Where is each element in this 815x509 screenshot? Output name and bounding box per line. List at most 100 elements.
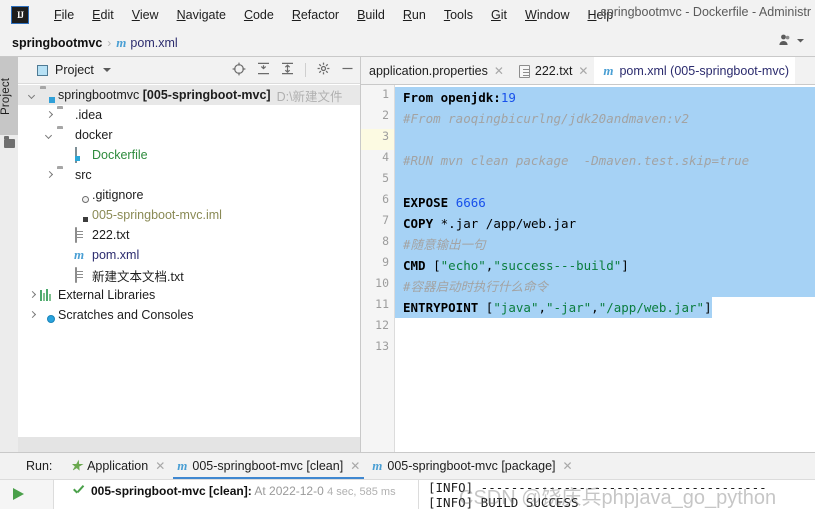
code-line-4[interactable]: #RUN mvn clean package -Dmaven.test.skip… [395,150,815,171]
code-line-8[interactable]: #随意输出一句 [395,234,815,255]
line-number: 4 [382,150,389,164]
chevron-down-icon[interactable] [45,131,54,140]
menu-item-build[interactable]: Build [348,5,394,25]
tree-node-label: pom.xml [92,248,140,262]
code-line-1[interactable]: From openjdk:19 [395,87,815,108]
menu-item-window[interactable]: Window [516,5,578,25]
menu-item-view[interactable]: View [123,5,168,25]
run-play-icon[interactable] [13,488,24,500]
tree-node-idea[interactable]: .idea [18,105,360,125]
code-token: "java" [493,300,539,315]
menu-item-code[interactable]: Code [235,5,283,25]
run-tab-bar: Run: ★ Application ✕ m 005-springboot-mvc [c… [0,453,815,479]
settings-gear-icon[interactable] [317,62,330,78]
code-line-2[interactable]: #From raoqingbicurlng/jdk20andmaven:v2 [395,108,815,129]
breadcrumb-separator-icon: › [107,35,112,50]
editor-tab-application-properties[interactable]: application.properties ✕ [361,57,510,84]
menu-item-git[interactable]: Git [482,5,516,25]
editor-gutter[interactable]: 1 2 3 4 5 6 7 8 9 10 11 12 13 [361,85,395,453]
tree-node-src[interactable]: src [18,165,360,185]
code-token: 19 [500,90,516,105]
tree-node-gitignore[interactable]: .gitignore [18,185,360,205]
run-console[interactable]: [INFO] ---------------------------------… [419,480,815,509]
tree-node-external-libraries[interactable]: External Libraries [18,285,360,305]
chevron-right-icon[interactable] [28,291,37,300]
code-token: "/app/web.jar" [598,300,705,315]
collapse-all-icon[interactable] [281,62,294,78]
code-editor[interactable]: 1 2 3 4 5 6 7 8 9 10 11 12 13 From openjdk:19 #From r… [361,85,815,453]
code-line-12[interactable] [395,318,815,339]
run-tab-005-springboot-mvc-clean[interactable]: m 005-springboot-mvc [clean] ✕ [171,453,366,479]
text-file-icon [518,64,530,78]
code-line-11[interactable]: ENTRYPOINT ["java","-jar","/app/web.jar"… [395,297,815,318]
code-line-13[interactable] [395,339,815,360]
menu-item-tools[interactable]: Tools [435,5,482,25]
user-icon[interactable] [778,33,792,47]
locate-icon[interactable] [232,62,246,79]
code-line-9[interactable]: CMD ["echo","success---build"] [395,255,815,276]
code-line-3[interactable] [395,129,815,150]
code-token: ] [621,258,629,273]
close-icon[interactable]: ✕ [563,459,573,473]
editor-tab-pom-xml[interactable]: m pom.xml (005-springboot-mvc) [594,57,795,84]
tree-node-label: 222.txt [92,228,130,242]
menu-item-navigate[interactable]: Navigate [168,5,235,25]
run-tab-application[interactable]: ★ Application ✕ [64,453,171,479]
line-number: 11 [375,297,389,311]
project-tree[interactable]: springbootmvc [005-springboot-mvc] D:\新建文… [18,84,360,453]
code-line-7[interactable]: COPY *.jar /app/web.jar [395,213,815,234]
menu-item-edit[interactable]: Edit [83,5,123,25]
tree-node-label: External Libraries [58,288,156,302]
close-icon[interactable]: ✕ [155,459,165,473]
editor-tab-222-txt[interactable]: 222.txt ✕ [510,57,595,84]
tool-window-button-project[interactable]: Project [0,61,18,131]
close-icon[interactable]: ✕ [350,459,360,473]
code-line-10[interactable]: #容器启动时执行什么命令 [395,276,815,297]
tree-node-pom-xml[interactable]: m pom.xml [18,245,360,265]
run-tool-window: Run: ★ Application ✕ m 005-springboot-mvc [c… [0,452,815,509]
line-number: 12 [375,318,389,332]
code-line-5[interactable] [395,171,815,192]
run-tab-label: 005-springboot-mvc [package] [387,459,556,473]
tree-node-label: .idea [75,108,103,122]
menu-item-run[interactable]: Run [394,5,435,25]
run-result-tree[interactable]: 005-springboot-mvc [clean]: At 2022-12-0… [54,480,419,509]
run-result-row[interactable]: 005-springboot-mvc [clean]: At 2022-12-0… [91,484,396,498]
chevron-down-icon[interactable] [796,36,805,45]
breadcrumb-file[interactable]: pom.xml [130,36,177,50]
tree-node-springbootmvc[interactable]: springbootmvc [005-springboot-mvc] D:\新建文… [18,85,360,105]
intellij-logo-icon: IJ [11,5,29,24]
tree-node-dockerfile[interactable]: Dockerfile [18,145,360,165]
tree-node-005-springboot-mvc-iml[interactable]: 005-springboot-mvc.iml [18,205,360,225]
code-line-6[interactable]: EXPOSE 6666 [395,192,815,213]
tree-node-docker[interactable]: docker [18,125,360,145]
code-token: ENTRYPOINT [403,300,486,315]
folder-icon[interactable] [4,136,15,148]
run-result-timestamp: At 2022-12-0 [254,484,324,498]
menu-item-file[interactable]: File [45,5,83,25]
close-icon[interactable]: ✕ [494,64,504,78]
chevron-down-icon[interactable] [102,68,111,72]
line-number: 10 [375,276,389,290]
project-panel-title[interactable]: Project [55,63,94,77]
iml-icon [74,208,88,222]
tree-node-label: docker [75,128,113,142]
breadcrumb-project[interactable]: springbootmvc [12,36,102,50]
tree-node-txt[interactable]: 新建文本文档.txt [18,265,360,285]
menu-item-refactor[interactable]: Refactor [283,5,348,25]
tree-node-222-txt[interactable]: 222.txt [18,225,360,245]
chevron-right-icon[interactable] [28,311,37,320]
tree-node-scratches-and-consoles[interactable]: Scratches and Consoles [18,305,360,325]
editor-lines[interactable]: From openjdk:19 #From raoqingbicurlng/jdk… [395,85,815,453]
chevron-down-icon[interactable] [28,91,37,100]
chevron-right-icon[interactable] [45,111,54,120]
chevron-right-icon[interactable] [45,171,54,180]
maven-icon: m [74,247,85,262]
project-view-icon [37,64,48,76]
hide-panel-icon[interactable] [341,62,354,78]
project-tool-window: Project springbootmvc [005-springboot-mv… [18,57,361,453]
expand-all-icon[interactable] [257,62,270,78]
run-tab-005-springboot-mvc-package[interactable]: m 005-springboot-mvc [package] ✕ [366,453,578,479]
close-icon[interactable]: ✕ [578,64,588,78]
editor-tab-label: 222.txt [534,63,573,78]
